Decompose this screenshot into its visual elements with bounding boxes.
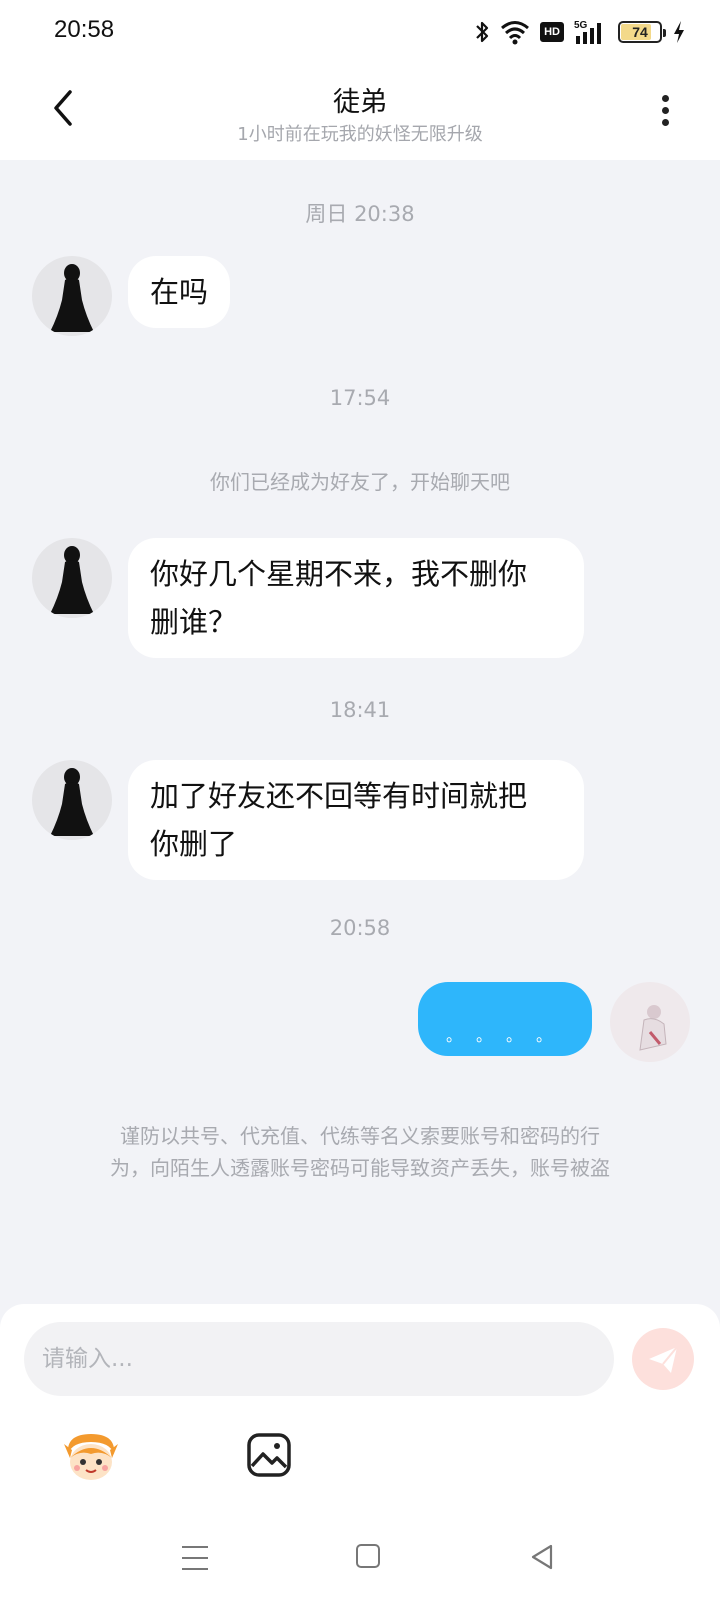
network-label: 5G: [574, 20, 588, 31]
incoming-message: 在吗: [128, 256, 231, 328]
warning-line: 为，向陌生人透露账号密码可能导致资产丢失，账号被盗: [110, 1156, 610, 1180]
incoming-message: 你好几个星期不来，我不删你 删谁？: [128, 538, 584, 658]
message-timestamp: 17:54: [329, 386, 391, 410]
image-button[interactable]: [246, 1432, 292, 1478]
home-button[interactable]: [356, 1544, 380, 1568]
wifi-icon: [501, 21, 530, 45]
message-text-line: 加了好友还不回等有时间就把: [150, 779, 528, 813]
system-nav-bar: [0, 1500, 720, 1600]
menu-icon: [182, 1546, 208, 1548]
outgoing-message: 。。。。: [418, 982, 592, 1056]
battery-indicator: 74: [618, 21, 666, 43]
system-message: 你们已经成为好友了，开始聊天吧: [210, 470, 510, 494]
more-options-button[interactable]: [650, 90, 680, 134]
page-title: 徒弟: [333, 87, 387, 118]
warning-line: 谨防以共号、代充值、代练等名义索要账号和密码的行: [120, 1124, 600, 1148]
message-text: 在吗: [150, 275, 209, 309]
battery-level: 74: [632, 24, 648, 40]
bluetooth-icon: [476, 21, 489, 43]
hd-badge: HD: [540, 22, 564, 42]
avatar-figure-icon: [50, 264, 94, 332]
recent-apps-button[interactable]: [182, 1546, 208, 1570]
message-text-line: 你删了: [150, 827, 238, 861]
contact-status: 1小时前在玩我的妖怪无限升级: [237, 124, 483, 145]
message-timestamp: 18:41: [329, 698, 391, 722]
contact-avatar[interactable]: [32, 538, 112, 618]
message-text: 。。。。: [446, 1026, 575, 1045]
more-vertical-icon: [650, 95, 680, 126]
status-bar: 20:58 HD 5G 74: [0, 0, 720, 64]
emoji-mascot-icon: [64, 1434, 118, 1480]
user-avatar[interactable]: [610, 982, 690, 1062]
avatar-figure-icon: [50, 546, 94, 614]
emoji-button[interactable]: [62, 1428, 120, 1486]
send-icon: [649, 1346, 678, 1373]
nav-back-button[interactable]: [528, 1542, 556, 1572]
chat-header: 徒弟 1小时前在玩我的妖怪无限升级: [0, 64, 720, 160]
status-icons: HD 5G 74: [474, 18, 686, 46]
incoming-message: 加了好友还不回等有时间就把 你删了: [128, 760, 584, 880]
contact-avatar[interactable]: [32, 760, 112, 840]
avatar-sketch-icon: [639, 1005, 667, 1051]
message-text-line: 删谁？: [150, 605, 238, 639]
message-input[interactable]: 请输入...: [24, 1322, 614, 1396]
security-warning: 谨防以共号、代充值、代练等名义索要账号和密码的行 为，向陌生人透露账号密码可能导…: [56, 1120, 664, 1184]
avatar-figure-icon: [50, 768, 94, 836]
signal-icon: 5G: [574, 20, 601, 44]
image-icon: [247, 1433, 291, 1477]
triangle-back-icon: [531, 1544, 553, 1570]
message-timestamp: 周日 20:38: [305, 202, 415, 226]
message-timestamp: 20:58: [329, 916, 391, 940]
charging-icon: [674, 21, 684, 43]
message-text-line: 你好几个星期不来，我不删你: [150, 557, 528, 591]
status-time: 20:58: [54, 16, 115, 43]
contact-avatar[interactable]: [32, 256, 112, 336]
send-button[interactable]: [632, 1328, 694, 1390]
